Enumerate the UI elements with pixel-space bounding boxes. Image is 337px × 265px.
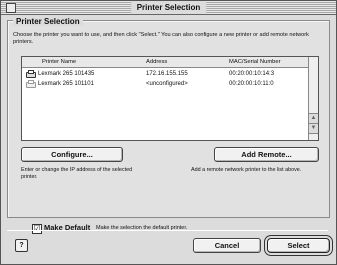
title-bar[interactable]: Printer Selection (1, 1, 336, 15)
printer-name: Lexmark 265 101435 (38, 71, 95, 77)
make-default-checkbox[interactable]: ☑ (32, 224, 42, 234)
printer-name: Lexmark 265 101101 (38, 81, 94, 87)
configure-help-text: Enter or change the IP address of the se… (21, 167, 133, 180)
cancel-button[interactable]: Cancel (193, 238, 261, 253)
scroll-down-arrow-icon[interactable]: ▼ (309, 123, 318, 134)
add-remote-button[interactable]: Add Remote... (214, 147, 319, 162)
group-description: Choose the printer you want to use, and … (13, 32, 309, 45)
close-box[interactable] (6, 3, 16, 13)
printer-mac: 00:20:00:10:14:3 (229, 71, 275, 77)
help-icon[interactable]: ? (15, 239, 28, 252)
column-header-address[interactable]: Address (146, 57, 167, 67)
add-remote-help-text: Add a remote network printer to the list… (191, 167, 302, 173)
list-scrollbar[interactable]: ▲ ▼ (308, 57, 318, 140)
column-header-printer-name[interactable]: Printer Name (42, 57, 76, 67)
printer-selection-window: Printer Selection Printer Selection Choo… (0, 0, 337, 265)
list-header: Printer Name Address MAC/Serial Number (22, 57, 308, 68)
printer-mac: 00:20:00:10:11:0 (229, 81, 274, 87)
printer-address: <unconfigured> (146, 81, 188, 87)
window-title: Printer Selection (130, 1, 207, 14)
group-title: Printer Selection (13, 17, 83, 26)
printer-icon (26, 70, 36, 78)
printer-row[interactable]: Lexmark 265 101435 172.16.155.155 00:20:… (22, 69, 308, 79)
printer-list[interactable]: Printer Name Address MAC/Serial Number L… (21, 56, 319, 141)
configure-button[interactable]: Configure... (21, 147, 123, 162)
divider (7, 230, 328, 231)
column-header-mac[interactable]: MAC/Serial Number (229, 57, 281, 67)
printer-row[interactable]: Lexmark 265 101101 <unconfigured> 00:20:… (22, 79, 308, 89)
printer-address: 172.16.155.155 (146, 71, 188, 77)
select-button[interactable]: Select (267, 238, 330, 253)
printer-icon (26, 80, 36, 88)
